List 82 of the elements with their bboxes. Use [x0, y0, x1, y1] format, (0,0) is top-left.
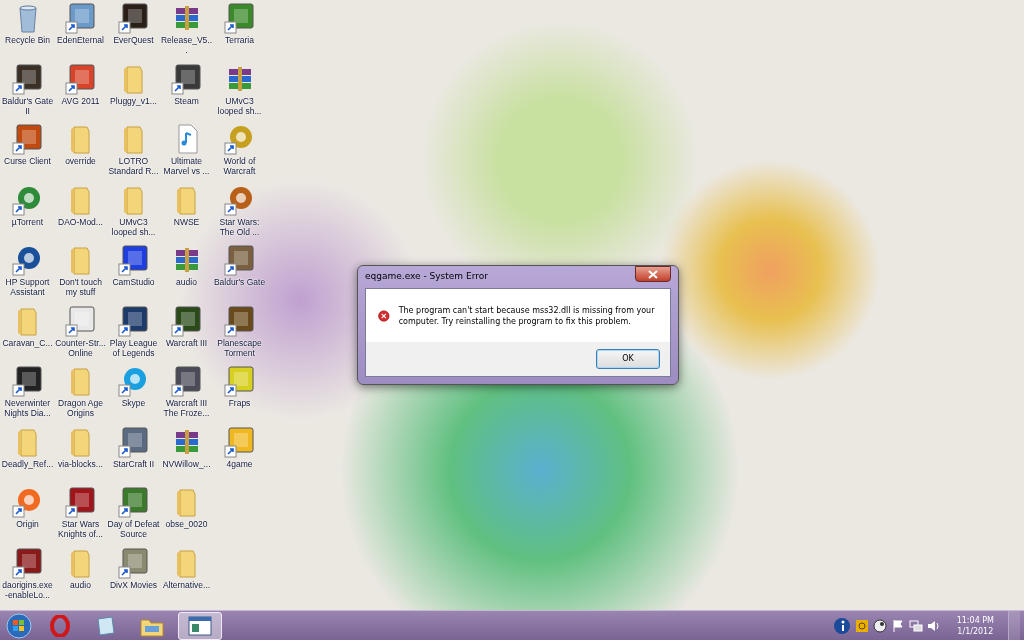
app-shortcut-icon[interactable] — [223, 304, 256, 337]
desktop-icon-label[interactable]: EverQuest — [107, 35, 160, 45]
desktop-icon-label[interactable]: LOTRO Standard R... — [107, 156, 160, 176]
desktop-icon-label[interactable]: Fraps — [213, 398, 266, 408]
app-shortcut-icon[interactable] — [11, 546, 44, 579]
app-shortcut-icon[interactable] — [64, 486, 97, 518]
desktop-icon-label[interactable]: Steam — [160, 95, 213, 106]
window-icon — [188, 614, 212, 637]
app-shortcut-icon[interactable] — [117, 244, 150, 276]
desktop-icon-label[interactable]: override — [54, 156, 107, 166]
clock-date[interactable]: 1/1/2012 — [957, 625, 994, 637]
desktop-icon-label[interactable]: Planescape Torment — [213, 337, 266, 358]
speaker-icon[interactable] — [926, 618, 941, 633]
desktop-icon-label[interactable]: Release_V5... — [160, 35, 213, 55]
app-shortcut-icon[interactable] — [11, 62, 44, 95]
desktop-icon-label[interactable]: Star Wars Knights of... — [54, 519, 107, 539]
notepad-icon — [95, 614, 117, 637]
app-shortcut-icon[interactable] — [170, 304, 203, 337]
desktop-icon-label[interactable]: Ultimate Marvel vs ... — [160, 156, 213, 176]
desktop-icon-label[interactable]: daorigins.exe -enableLo... — [1, 579, 54, 600]
desktop-icon-label[interactable]: DAO-Mod... — [54, 216, 107, 227]
desktop-icon-label[interactable]: audio — [54, 579, 107, 590]
desktop-icon-label[interactable]: UMvC3 looped sh... — [213, 95, 266, 116]
desktop-icon-label[interactable]: StarCraft II — [107, 458, 160, 469]
browser-icon — [50, 614, 70, 637]
desktop-icon-label[interactable]: DivX Movies — [107, 579, 160, 590]
app-shortcut-icon[interactable] — [170, 62, 203, 95]
desktop-icon-label[interactable]: audio — [160, 277, 213, 287]
desktop-icon-label[interactable]: Don't touch my stuff — [54, 277, 107, 297]
desktop-icon-label[interactable]: World of Warcraft — [213, 156, 266, 176]
desktop-icon-label[interactable]: Warcraft III — [160, 337, 213, 348]
desktop-icon-label[interactable]: Warcraft III The Froze... — [160, 398, 213, 418]
desktop-icon-label[interactable]: Skype — [107, 398, 160, 408]
info-icon[interactable] — [832, 616, 851, 635]
desktop-icon-label[interactable]: Dragon Age Origins — [54, 398, 107, 418]
desktop-icon-label[interactable]: Alternative... — [160, 579, 213, 590]
flag-icon[interactable] — [890, 618, 905, 633]
app-shortcut-icon[interactable] — [117, 486, 150, 518]
desktop-icon-label[interactable]: NWSE — [160, 216, 213, 227]
network-icon[interactable] — [908, 618, 923, 633]
app-shortcut-icon[interactable] — [223, 244, 256, 276]
app-shortcut-icon[interactable] — [117, 2, 150, 34]
desktop-icon-label[interactable]: Counter-Str... Online — [54, 337, 107, 358]
desktop-icon-label[interactable]: via-blocks... — [54, 458, 107, 469]
desktop-icon-label[interactable]: Deadly_Ref... — [1, 458, 54, 469]
close-button[interactable] — [635, 266, 671, 282]
desktop-icon-label[interactable]: CamStudio — [107, 277, 160, 287]
desktop-icon-label[interactable]: Terraria — [213, 35, 266, 45]
app-shortcut-icon[interactable] — [170, 365, 203, 397]
start-button[interactable] — [4, 611, 34, 640]
desktop-icon-label[interactable]: Play League of Legends — [107, 337, 160, 358]
app-shortcut-icon[interactable] — [11, 123, 44, 155]
close-icon — [648, 269, 658, 279]
app-shortcut-icon[interactable] — [64, 62, 97, 95]
app-shortcut-icon[interactable] — [11, 365, 44, 397]
desktop-icon-label[interactable]: Pluggy_v1... — [107, 95, 160, 106]
desktop-icon-label[interactable]: Baldur's Gate — [213, 277, 266, 287]
desktop-icon-label[interactable]: HP Support Assistant — [1, 277, 54, 297]
window-title: eqgame.exe - System Error — [365, 270, 488, 284]
desktop-icon-label[interactable]: Recycle Bin — [1, 35, 54, 45]
desktop-icon-label[interactable]: obse_0020 — [160, 519, 213, 529]
desktop-icon-label[interactable]: Day of Defeat Source — [107, 519, 160, 539]
ok-button[interactable]: OK — [596, 349, 660, 369]
desktop-icon-label[interactable]: Caravan_C... — [1, 337, 54, 348]
desktop-icon-label[interactable]: AVG 2011 — [54, 95, 107, 106]
desktop-icon-label[interactable]: UMvC3 looped sh... — [107, 216, 160, 237]
desktop-icon-label[interactable]: Curse Client — [1, 156, 54, 166]
desktop-icon-label[interactable]: EdenEternal — [54, 35, 107, 45]
tray-app-icon[interactable] — [872, 618, 887, 633]
error-message: The program can't start because mss32.dll is missing from your computer. Try reinstalling the program to fix this problem. — [398, 304, 656, 327]
desktop-icon-label[interactable]: µTorrent — [1, 216, 54, 227]
desktop-icon-label[interactable]: NVWillow_... — [160, 458, 213, 469]
clock-time[interactable]: 11:04 PM — [956, 614, 994, 626]
desktop-icon-label[interactable]: 4game — [213, 458, 266, 469]
desktop-icon-label[interactable]: Star Wars: The Old ... — [213, 216, 266, 237]
desktop-icon-label[interactable]: Origin — [1, 519, 54, 529]
app-shortcut-icon[interactable] — [117, 425, 150, 458]
desktop-icon-label[interactable]: Baldur's Gate II — [1, 95, 54, 116]
app-shortcut-icon[interactable] — [117, 304, 150, 337]
tray-app-icon[interactable] — [854, 618, 869, 633]
desktop-icon-label[interactable]: Neverwinter Nights Dia... — [1, 398, 54, 418]
taskbar-button[interactable] — [178, 611, 222, 640]
